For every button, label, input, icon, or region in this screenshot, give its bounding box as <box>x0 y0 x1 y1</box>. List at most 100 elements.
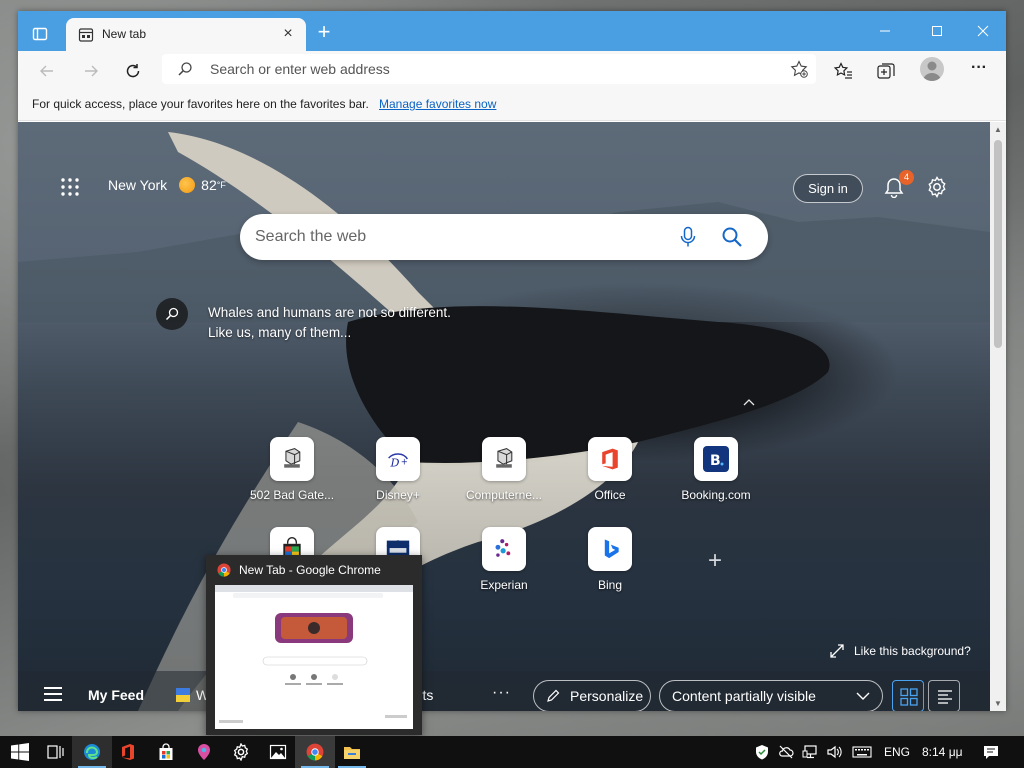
volume-icon[interactable] <box>826 744 842 760</box>
start-button[interactable] <box>0 736 40 768</box>
network-icon[interactable] <box>802 744 818 760</box>
server-icon <box>270 437 314 481</box>
profile-avatar[interactable] <box>920 57 944 81</box>
store-bag-icon <box>159 743 173 760</box>
quick-link-tile[interactable]: D + Disney+ <box>345 437 451 507</box>
taskbar-store[interactable] <box>146 736 186 768</box>
office-icon <box>122 744 134 760</box>
tile-label: Office <box>594 488 626 502</box>
taskbar-maps[interactable] <box>184 736 224 768</box>
background-caption[interactable]: Whales and humans are not so different. … <box>208 303 451 343</box>
minimize-button[interactable] <box>870 19 900 43</box>
search-submit-icon[interactable] <box>721 226 743 248</box>
taskbar: ENG 8:14 μμ <box>0 736 1024 768</box>
grid-layout-button[interactable] <box>892 680 924 711</box>
pencil-icon <box>547 689 560 702</box>
quick-link-tile[interactable]: Bing <box>557 527 663 597</box>
weather-widget[interactable]: New York 82 °F <box>108 177 226 193</box>
background-info-button[interactable] <box>156 298 188 330</box>
experian-icon <box>482 527 526 571</box>
app-launcher-icon[interactable] <box>60 177 80 197</box>
back-arrow-icon <box>40 65 53 77</box>
favorites-button[interactable] <box>832 60 854 82</box>
forward-button[interactable] <box>80 60 102 82</box>
input-language[interactable]: ENG <box>884 736 910 768</box>
cloud-offline-icon[interactable] <box>778 744 794 760</box>
task-view-button[interactable] <box>36 736 76 768</box>
maximize-button[interactable] <box>922 19 952 43</box>
feed-menu-icon[interactable] <box>44 687 62 701</box>
keyboard-icon[interactable] <box>852 744 872 760</box>
feed-bar: My Feed Wa orts ··· Personalize Content … <box>18 671 990 711</box>
favorites-bar-message: For quick access, place your favorites h… <box>32 97 369 111</box>
list-layout-button[interactable] <box>928 680 960 711</box>
back-button[interactable] <box>36 60 58 82</box>
refresh-icon <box>126 64 140 78</box>
page-scrollbar[interactable]: ▲ ▼ <box>990 122 1006 711</box>
close-button[interactable] <box>968 19 998 43</box>
svg-text:B: B <box>710 453 721 469</box>
close-icon <box>977 25 989 37</box>
favorites-icon <box>833 62 852 79</box>
taskbar-settings[interactable] <box>221 736 261 768</box>
taskbar-photos[interactable] <box>258 736 298 768</box>
microphone-icon[interactable] <box>678 226 698 248</box>
refresh-button[interactable] <box>122 60 144 82</box>
web-search-input[interactable] <box>255 226 655 248</box>
action-center-icon[interactable] <box>983 744 999 760</box>
folder-icon <box>344 747 360 759</box>
gear-icon <box>233 742 249 762</box>
taskbar-chrome[interactable] <box>295 736 335 768</box>
collections-button[interactable] <box>875 60 897 82</box>
map-pin-icon <box>198 744 210 760</box>
new-tab-page: New York 82°F Sign in 4 Whales and human… <box>18 122 990 711</box>
defender-shield-icon[interactable] <box>754 744 770 760</box>
like-background-button[interactable]: Like this background? <box>830 644 971 658</box>
feed-more-button[interactable]: ··· <box>492 684 511 702</box>
chevron-up-icon[interactable] <box>741 397 757 409</box>
web-search-box[interactable] <box>240 214 768 260</box>
manage-favorites-link[interactable]: Manage favorites now <box>379 97 496 111</box>
grid-icon <box>900 688 918 706</box>
chrome-window-preview[interactable]: New Tab - Google Chrome <box>206 555 422 735</box>
address-input[interactable] <box>210 58 770 80</box>
quick-link-tile[interactable]: B Booking.com <box>663 437 769 507</box>
settings-and-more-button[interactable]: ··· <box>968 59 990 81</box>
scroll-down-arrow-icon[interactable]: ▼ <box>994 699 1002 708</box>
tile-label: Experian <box>480 578 528 592</box>
scroll-up-arrow-icon[interactable]: ▲ <box>994 125 1002 134</box>
tile-label: Booking.com <box>681 488 751 502</box>
caption-line-2: Like us, many of them... <box>208 325 352 340</box>
new-tab-button[interactable]: + <box>312 21 336 45</box>
taskbar-office[interactable] <box>108 736 148 768</box>
quick-link-tile[interactable]: Experian <box>451 527 557 597</box>
personalize-button[interactable]: Personalize <box>533 680 651 711</box>
notification-badge: 4 <box>899 170 914 185</box>
address-bar[interactable] <box>162 54 816 84</box>
tab-actions-button[interactable] <box>29 23 51 45</box>
taskbar-edge[interactable] <box>72 736 112 768</box>
tab-close-icon[interactable]: × <box>280 26 296 42</box>
booking-icon: B <box>694 437 738 481</box>
quick-link-tile[interactable]: Computerne... <box>451 437 557 507</box>
clock[interactable]: 8:14 μμ <box>922 736 963 768</box>
scrollbar-thumb[interactable] <box>994 140 1002 348</box>
tab-my-feed[interactable]: My Feed <box>88 687 144 703</box>
favorites-bar: For quick access, place your favorites h… <box>18 89 1006 121</box>
list-icon <box>938 690 952 704</box>
taskbar-file-explorer[interactable] <box>332 736 372 768</box>
weather-city: New York <box>108 177 168 193</box>
content-visibility-dropdown[interactable]: Content partially visible <box>659 680 883 711</box>
quick-link-tile[interactable]: Office <box>557 437 663 507</box>
add-quick-link-button[interactable]: + <box>706 549 724 573</box>
chrome-page-thumbnail <box>215 585 413 729</box>
tab-new-tab[interactable]: New tab × <box>66 18 306 51</box>
page-settings-button[interactable] <box>926 176 948 198</box>
notifications-button[interactable]: 4 <box>883 170 914 199</box>
task-view-icon <box>47 745 64 759</box>
sign-in-button[interactable]: Sign in <box>793 174 863 203</box>
svg-text:+: + <box>401 457 408 467</box>
caption-line-1: Whales and humans are not so different. <box>208 305 451 320</box>
add-favorite-icon[interactable] <box>790 60 808 78</box>
quick-link-tile[interactable]: 502 Bad Gate... <box>239 437 345 507</box>
